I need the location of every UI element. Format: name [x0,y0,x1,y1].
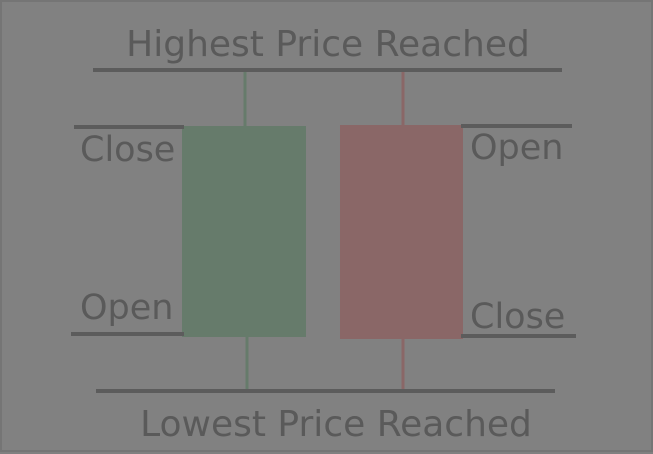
low-label: Lowest Price Reached [140,404,532,445]
bullish-close-label: Close [80,130,175,170]
bearish-close-label: Close [470,297,565,337]
bullish-body [182,126,306,337]
bullish-open-label: Open [80,288,173,328]
candlestick-diagram: Highest Price Reached Lowest Price Reach… [71,24,576,445]
high-label: Highest Price Reached [126,24,530,65]
bearish-open-label: Open [470,128,563,168]
bearish-body [340,125,463,339]
diagram-canvas: Highest Price Reached Lowest Price Reach… [0,0,653,452]
